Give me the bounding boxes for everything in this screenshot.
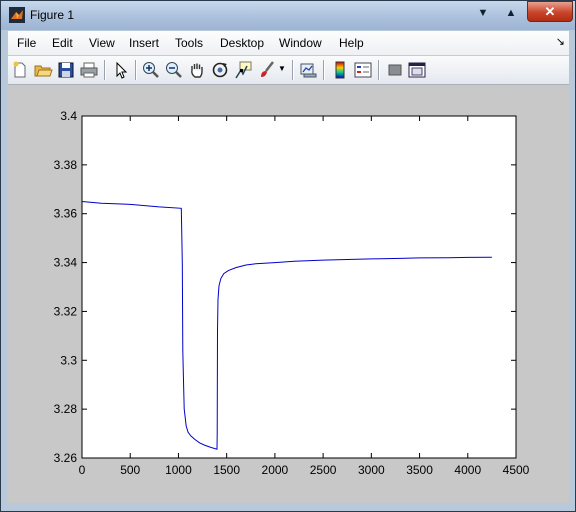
x-tick-label: 2000: [262, 463, 289, 477]
title-bar[interactable]: Figure 1 ▼ ▲ ✕: [1, 1, 575, 30]
x-tick-label: 0: [79, 463, 86, 477]
toolbar-separator: [104, 60, 105, 80]
menu-insert[interactable]: Insert: [129, 36, 159, 50]
x-tick-label: 2500: [310, 463, 337, 477]
brush-dropdown-icon[interactable]: ▼: [278, 64, 286, 73]
toolbar-separator: [323, 60, 324, 80]
y-tick-label: 3.28: [54, 402, 78, 416]
new-figure-icon[interactable]: [10, 60, 30, 80]
dock-arrow-down-icon: ▼: [477, 7, 489, 19]
y-tick-label: 3.4: [60, 109, 77, 123]
toolbar-separator: [135, 60, 136, 80]
maximize-button[interactable]: ▲: [499, 4, 523, 22]
x-tick-label: 4000: [454, 463, 481, 477]
menu-view[interactable]: View: [89, 36, 115, 50]
menu-window[interactable]: Window: [279, 36, 322, 50]
menu-tools[interactable]: Tools: [175, 36, 203, 50]
window-title: Figure 1: [30, 8, 75, 22]
x-tick-label: 500: [120, 463, 140, 477]
menu-help[interactable]: Help: [339, 36, 364, 50]
menu-bar: File Edit View Insert Tools Desktop Wind…: [8, 31, 569, 56]
x-tick-label: 1000: [165, 463, 192, 477]
x-tick-label: 1500: [213, 463, 240, 477]
menu-desktop[interactable]: Desktop: [220, 36, 264, 50]
data-cursor-icon[interactable]: [233, 60, 253, 80]
brush-icon[interactable]: [257, 60, 277, 80]
y-tick-label: 3.3: [60, 353, 77, 367]
link-plot-icon[interactable]: [298, 60, 318, 80]
y-tick-label: 3.26: [54, 451, 78, 465]
pan-hand-icon[interactable]: [187, 60, 207, 80]
insert-legend-icon[interactable]: [353, 60, 373, 80]
open-file-icon[interactable]: [33, 60, 53, 80]
x-tick-label: 3500: [406, 463, 433, 477]
print-icon[interactable]: [79, 60, 99, 80]
show-plot-tools-icon[interactable]: [407, 60, 427, 80]
close-icon: ✕: [544, 3, 556, 19]
save-icon[interactable]: [56, 60, 76, 80]
insert-colorbar-icon[interactable]: [330, 60, 350, 80]
line-plot[interactable]: 0 500 1000 1500 2000 2500 3000 3500 4000 4500 3.26…: [8, 85, 569, 503]
figure-canvas: 0 500 1000 1500 2000 2500 3000 3500 4000 4500 3.26…: [8, 85, 569, 503]
zoom-in-icon[interactable]: [141, 60, 161, 80]
close-button[interactable]: ✕: [527, 1, 573, 22]
menu-edit[interactable]: Edit: [52, 36, 73, 50]
axes-background: [81, 115, 517, 459]
y-tick-label: 3.34: [54, 256, 78, 270]
y-tick-label: 3.32: [54, 304, 78, 318]
x-tick-label: 3000: [358, 463, 385, 477]
menu-dock-arrow-icon[interactable]: ↘: [556, 35, 565, 48]
zoom-out-icon[interactable]: [164, 60, 184, 80]
y-tick-label: 3.38: [54, 158, 78, 172]
pointer-icon[interactable]: [111, 60, 131, 80]
toolbar-separator: [378, 60, 379, 80]
toolbar-separator: [292, 60, 293, 80]
rotate-3d-icon[interactable]: [210, 60, 230, 80]
figure-toolbar: ▼: [8, 56, 569, 85]
matlab-app-icon: [9, 7, 25, 23]
menu-file[interactable]: File: [17, 36, 36, 50]
y-tick-label: 3.36: [54, 207, 78, 221]
undock-arrow-up-icon: ▲: [505, 7, 517, 19]
minimize-button[interactable]: ▼: [471, 4, 495, 22]
x-tick-label: 4500: [503, 463, 530, 477]
hide-plot-tools-icon[interactable]: [385, 60, 405, 80]
figure-window: Figure 1 ▼ ▲ ✕ File Edit View Insert Too…: [0, 0, 576, 512]
